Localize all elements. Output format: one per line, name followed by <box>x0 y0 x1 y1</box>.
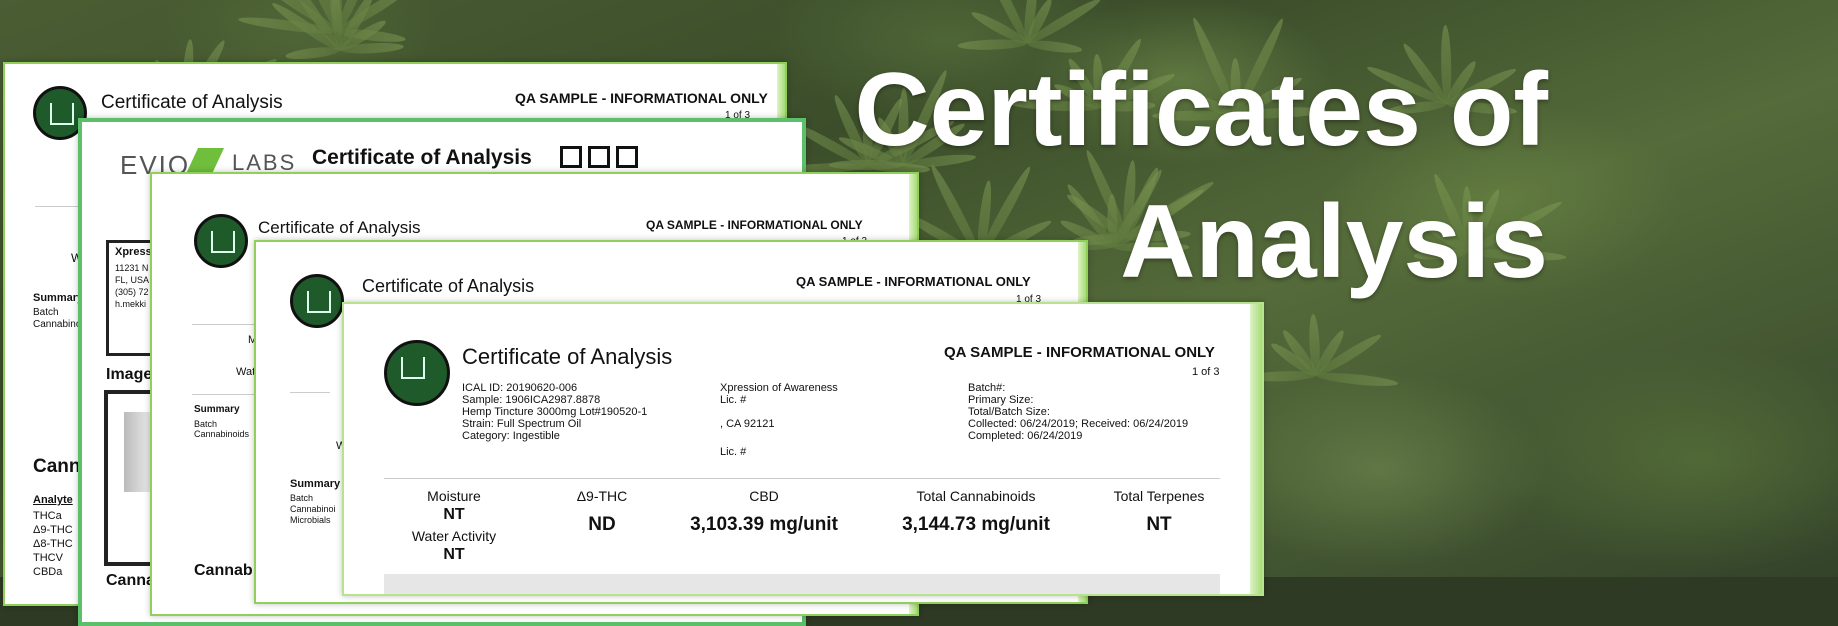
headline: Certificates of Analysis <box>848 44 1548 308</box>
analyte-header: Analyte <box>33 494 73 506</box>
total-terpenes-value: NT <box>1146 514 1172 535</box>
summary-label: Summary <box>33 292 84 304</box>
qr-code-icon <box>588 146 610 168</box>
leaf-shape <box>1315 370 1399 389</box>
evio-logo-icon <box>185 148 225 174</box>
cbd-value: 3,103.39 mg/unit <box>690 514 838 535</box>
qa-label: QA SAMPLE - INFORMATIONAL ONLY <box>515 90 768 106</box>
cbd-label: CBD <box>749 488 779 504</box>
qr-code-icon <box>616 146 638 168</box>
total-cannabinoids-value: 3,144.73 mg/unit <box>902 514 1050 535</box>
page-number: 1 of 3 <box>1192 366 1220 378</box>
headline-line-1: Certificates of <box>854 52 1548 168</box>
ical-logo-icon <box>384 340 450 406</box>
summary-label: Summary <box>194 404 240 415</box>
card-title: Certificate of Analysis <box>462 344 673 369</box>
headline-line-2: Analysis <box>1120 184 1548 300</box>
water-activity-value: NT <box>443 546 465 563</box>
card-title: Certificate of Analysis <box>362 276 535 296</box>
section-heading: Cann <box>33 456 81 477</box>
image-heading: Image <box>106 366 153 383</box>
total-cannabinoids-label: Total Cannabinoids <box>916 488 1036 504</box>
qa-label: QA SAMPLE - INFORMATIONAL ONLY <box>646 218 863 232</box>
qr-code-icon <box>560 146 582 168</box>
total-terpenes-label: Total Terpenes <box>1113 488 1205 504</box>
moisture-value: NT <box>443 506 465 523</box>
card-title: Certificate of Analysis <box>101 92 283 113</box>
card-title: Certificate of Analysis <box>258 218 421 237</box>
d9-thc-value: ND <box>588 514 616 535</box>
moisture-label: Moisture <box>427 488 481 504</box>
d9-thc-label: Δ9-THC <box>576 488 628 504</box>
card-title: Certificate of Analysis <box>312 146 532 169</box>
ical-logo-icon <box>194 214 248 268</box>
coa-card-front: Certificate of Analysis QA SAMPLE - INFO… <box>342 302 1264 596</box>
qa-label: QA SAMPLE - INFORMATIONAL ONLY <box>944 344 1215 361</box>
water-activity-label: Water Activity <box>411 528 497 544</box>
ical-logo-icon <box>290 274 344 328</box>
summary-label: Summary <box>290 478 341 490</box>
